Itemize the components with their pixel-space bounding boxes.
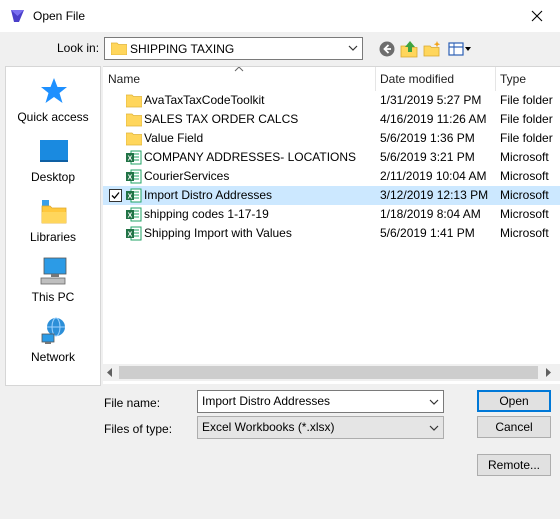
file-name: COMPANY ADDRESSES- LOCATIONS [144,150,357,164]
app-icon [11,10,24,22]
back-icon[interactable] [377,39,397,59]
file-type: File folder [500,112,553,126]
filename-value: Import Distro Addresses [202,394,331,408]
file-type: File folder [500,93,553,107]
file-row[interactable]: Xshipping codes 1-17-19 1/18/2019 8:04 AM… [103,205,560,224]
chevron-down-icon [429,425,439,431]
filename-input[interactable]: Import Distro Addresses [197,390,444,413]
svg-text:X: X [128,156,133,163]
cancel-button[interactable]: Cancel [477,416,551,438]
place-this-pc[interactable]: This PC [6,256,100,312]
scroll-thumb[interactable] [119,366,538,379]
file-row[interactable]: Value Field 5/6/2019 1:36 PM File folder [103,129,560,148]
scroll-right-icon[interactable] [543,367,553,378]
remote-button[interactable]: Remote... [477,454,551,476]
place-quick-access[interactable]: Quick access [6,76,100,132]
column-name-label: Name [108,72,141,86]
lookin-dropdown[interactable]: SHIPPING TAXING [104,37,363,60]
file-row[interactable]: AvaTaxTaxCodeToolkit 1/31/2019 5:27 PM Fil… [103,91,560,110]
close-button[interactable] [522,4,552,28]
file-date: 2/11/2019 10:04 AM [380,169,487,183]
window-title: Open File [33,9,86,23]
file-name: Value Field [144,131,204,145]
file-type: File folder [500,131,553,145]
svg-text:X: X [128,175,133,182]
file-name: shipping codes 1-17-19 [144,207,269,221]
place-label: Network [30,350,75,364]
file-date: 5/6/2019 1:41 PM [380,226,475,240]
scroll-left-icon[interactable] [105,367,115,378]
computer-icon [40,257,67,285]
place-network[interactable]: Network [6,316,100,372]
view-menu-icon[interactable] [447,39,473,59]
file-row[interactable]: X Import Distro Addresses 3/12/2019 12:13 … [103,186,560,205]
place-label: Libraries [29,230,77,244]
file-type: Microsoft [500,226,549,240]
file-name: SALES TAX ORDER CALCS [144,112,299,126]
file-name: CourierServices [144,169,230,183]
file-date: 1/31/2019 5:27 PM [380,93,482,107]
network-icon [41,317,65,344]
title-bar: Open File [0,0,560,32]
file-row[interactable]: X COMPANY ADDRESSES- LOCATIONS 5/6/2019 3:… [103,148,560,167]
filetype-value: Excel Workbooks (*.xlsx) [202,420,335,434]
file-name: AvaTaxTaxCodeToolkit [144,93,265,107]
svg-text:X: X [128,232,133,239]
file-type: Microsoft [500,188,549,202]
column-date[interactable]: Date modified [375,67,495,91]
libraries-icon [41,200,67,224]
excel-icon: X [126,150,142,165]
file-date: 5/6/2019 1:36 PM [380,131,475,145]
file-date: 4/16/2019 11:26 AM [380,112,487,126]
file-name: Shipping Import with Values [144,226,292,240]
file-date: 1/18/2019 8:04 AM [380,207,481,221]
folder-icon [126,132,142,146]
svg-text:X: X [128,213,133,220]
excel-icon: X [126,207,142,222]
excel-icon: X [126,226,142,241]
place-libraries[interactable]: Libraries [6,196,100,252]
file-type: Microsoft [500,207,549,221]
star-icon [41,78,67,103]
column-type[interactable]: Type [495,67,560,91]
lookin-value: SHIPPING TAXING [130,42,235,56]
checkmark-icon [111,192,120,199]
close-icon [531,10,543,22]
file-name: Import Distro Addresses [144,188,273,202]
desktop-icon [40,140,68,162]
file-date: 3/12/2019 12:13 PM [380,188,489,202]
lookin-label: Look in: [57,41,100,55]
file-type: Microsoft [500,169,549,183]
open-button[interactable]: Open [477,390,551,412]
place-label: Desktop [30,170,76,184]
chevron-down-icon [348,45,358,51]
horizontal-scrollbar[interactable] [103,364,560,381]
excel-icon: X [126,188,142,203]
file-type: Microsoft [500,150,549,164]
file-list[interactable]: Name Date modified Type AvaTaxTaxCodeToo… [103,66,560,384]
places-bar: Quick access Desktop Libraries This PC N… [5,66,101,386]
column-type-label: Type [500,72,527,86]
column-date-label: Date modified [380,72,455,86]
svg-text:X: X [128,194,133,201]
filetype-label: Files of type: [104,422,173,436]
place-desktop[interactable]: Desktop [6,136,100,192]
up-folder-icon[interactable] [399,39,419,59]
new-folder-icon[interactable] [422,39,442,59]
folder-icon [126,94,142,108]
folder-icon [126,113,142,127]
file-row[interactable]: X Shipping Import with Values 5/6/2019 1:4… [103,224,560,243]
excel-icon: X [126,169,142,184]
filetype-select[interactable]: Excel Workbooks (*.xlsx) [197,416,444,439]
place-label: This PC [31,290,75,304]
file-date: 5/6/2019 3:21 PM [380,150,475,164]
folder-icon [111,42,127,55]
column-name[interactable]: Name [103,67,375,91]
file-row[interactable]: SALES TAX ORDER CALCS 4/16/2019 11:26 AM F… [103,110,560,129]
row-checkbox[interactable] [109,189,122,202]
file-row[interactable]: X CourierServices 2/11/2019 10:04 AM Micros… [103,167,560,186]
filename-label: File name: [104,396,161,410]
chevron-down-icon[interactable] [429,398,439,406]
place-label: Quick access [17,110,89,124]
